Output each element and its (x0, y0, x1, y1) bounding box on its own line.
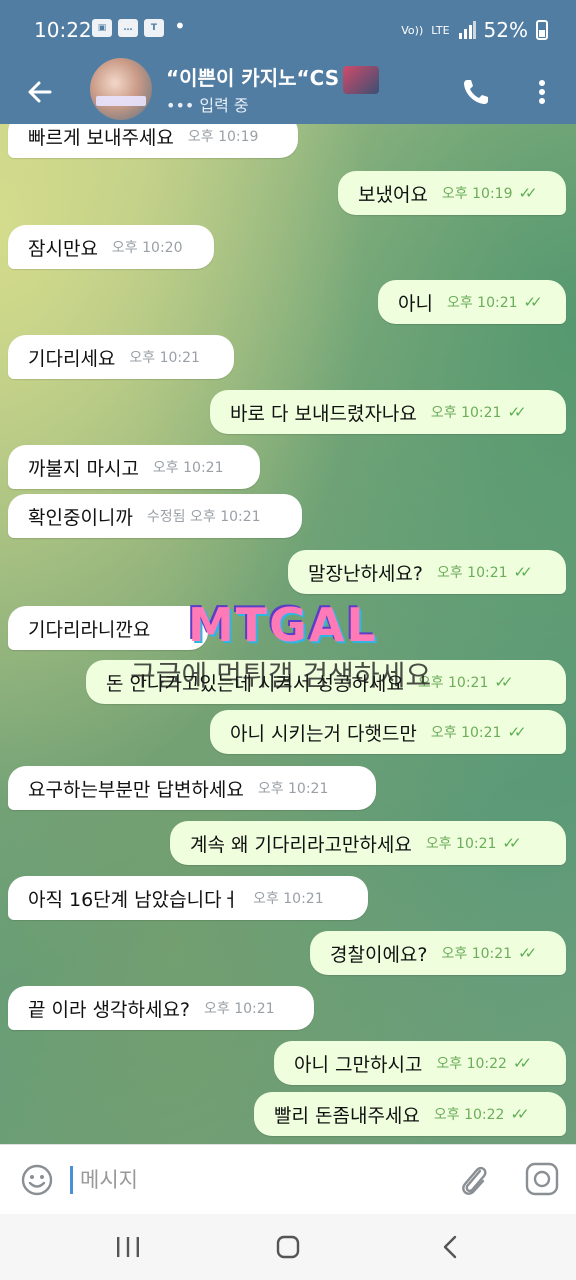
message-composer (0, 1144, 576, 1215)
status-time: 10:22 (34, 18, 92, 42)
notification-icons: ▣ … T (92, 19, 164, 37)
message-bubble-outgoing[interactable]: 빨리 돈좀내주세요 오후 10:22 ✓✓ (254, 1092, 566, 1136)
avatar[interactable] (90, 58, 152, 120)
message-time: 오후 10:21 (257, 781, 329, 797)
message-time: 오후 10:21 (152, 460, 224, 476)
double-check-icon: ✓✓ (510, 1105, 529, 1123)
message-bubble-incoming[interactable]: 아직 16단계 남았습니다ㅓ 오후 10:21 (8, 876, 368, 920)
chat-messages[interactable]: 빠르게 보내주세요 오후 10:19 보냈어요 오후 10:19 ✓✓ 잠시만요 오후 … (0, 124, 576, 1144)
message-time: 오후 10:22 (433, 1107, 505, 1123)
smiley-icon[interactable] (20, 1163, 54, 1197)
battery-icon (536, 20, 548, 40)
message-input[interactable] (78, 1159, 442, 1201)
watermark-text: 구글에 먹튀갤 검색하세요 (130, 659, 432, 692)
message-time: 수정됨 오후 10:21 (146, 509, 261, 525)
text-caret (70, 1166, 73, 1194)
typing-status: ••• 입력 중 (166, 96, 249, 115)
message-bubble-outgoing[interactable]: 아니 시키는거 다햇드만 오후 10:21 ✓✓ (210, 710, 566, 754)
talk-icon: T (144, 19, 164, 37)
message-bubble-outgoing[interactable]: 아니 오후 10:21 ✓✓ (378, 280, 566, 324)
back-chevron-icon[interactable] (438, 1234, 462, 1260)
message-bubble-incoming[interactable]: 요구하는부분만 답변하세요 오후 10:21 (8, 766, 376, 810)
message-bubble-outgoing[interactable]: 바로 다 보내드렸자나요 오후 10:21 ✓✓ (210, 390, 566, 434)
signal-icon (458, 21, 476, 39)
double-check-icon: ✓✓ (518, 944, 537, 962)
paperclip-icon[interactable] (456, 1161, 492, 1199)
status-bar: 10:22 ▣ … T • Vo)) LTE 52% (0, 0, 576, 62)
lte-label: LTE (431, 23, 450, 37)
message-bubble-incoming[interactable]: 기다리세요 오후 10:21 (8, 335, 234, 379)
double-check-icon: ✓✓ (512, 1054, 532, 1072)
message-time: 오후 10:21 (253, 891, 324, 907)
watermark-logo: MTGAL (188, 598, 378, 652)
title-badge-icon (343, 65, 380, 94)
message-time: 오후 10:21 (425, 836, 497, 852)
more-notifications-dot: • (174, 14, 186, 38)
double-check-icon: ✓✓ (507, 403, 526, 421)
message-bubble-outgoing[interactable]: 계속 왜 기다리라고만하세요 오후 10:21 ✓✓ (170, 821, 566, 865)
message-bubble-outgoing[interactable]: 아니 그만하시고 오후 10:22 ✓✓ (274, 1041, 566, 1085)
double-check-icon: ✓✓ (518, 184, 537, 202)
message-time: 오후 10:21 (430, 405, 502, 421)
message-bubble-outgoing[interactable]: 보냈어요 오후 10:19 ✓✓ (338, 171, 566, 215)
double-check-icon: ✓✓ (502, 834, 521, 852)
battery-percent: 52% (483, 18, 528, 42)
message-bubble-outgoing[interactable]: 경찰이에요? 오후 10:21 ✓✓ (310, 931, 566, 975)
message-time: 오후 10:21 (204, 1001, 275, 1017)
message-time: 오후 10:21 (430, 725, 502, 741)
camera-icon[interactable] (524, 1161, 560, 1197)
double-check-icon: ✓✓ (494, 673, 513, 691)
message-time: 오후 10:21 (441, 946, 513, 962)
status-right: Vo)) LTE 52% (401, 18, 548, 42)
double-check-icon: ✓✓ (507, 723, 526, 741)
message-bubble-incoming[interactable]: 까불지 마시고 오후 10:21 (8, 445, 260, 489)
message-bubble-outgoing[interactable]: 말장난하세요? 오후 10:21 ✓✓ (288, 550, 566, 594)
volte-icon: Vo)) (401, 23, 424, 37)
message-time: 오후 10:19 (187, 129, 259, 145)
system-nav-bar (0, 1214, 576, 1280)
home-icon[interactable] (275, 1234, 301, 1260)
message-bubble-incoming[interactable]: 빠르게 보내주세요 오후 10:19 (8, 124, 298, 158)
arrow-left-icon[interactable] (22, 74, 58, 110)
message-time: 오후 10:21 (129, 350, 200, 366)
double-check-icon: ✓✓ (523, 293, 543, 311)
gallery-icon: ▣ (92, 19, 112, 37)
chat-icon: … (118, 19, 138, 37)
message-bubble-incoming[interactable]: 끝 이라 생각하세요? 오후 10:21 (8, 986, 314, 1030)
message-bubble-incoming[interactable]: 기다리라니깐요 (8, 606, 208, 650)
message-time: 오후 10:20 (111, 240, 183, 256)
recents-icon[interactable] (114, 1234, 142, 1260)
message-time: 오후 10:21 (436, 565, 508, 581)
phone-icon[interactable] (456, 72, 496, 112)
chat-title[interactable]: “이쁜이 카지노“CS (166, 62, 380, 94)
message-time: 오후 10:21 (446, 295, 518, 311)
double-check-icon: ✓✓ (513, 563, 533, 581)
message-bubble-incoming[interactable]: 확인중이니까 수정됨 오후 10:21 (8, 494, 302, 538)
message-time: 오후 10:22 (436, 1056, 507, 1072)
chat-title-text: “이쁜이 카지노“CS (166, 66, 340, 90)
message-bubble-incoming[interactable]: 잠시만요 오후 10:20 (8, 225, 214, 269)
message-time: 오후 10:19 (441, 186, 513, 202)
more-vertical-icon[interactable] (528, 72, 556, 112)
chat-header: “이쁜이 카지노“CS ••• 입력 중 (0, 58, 576, 124)
